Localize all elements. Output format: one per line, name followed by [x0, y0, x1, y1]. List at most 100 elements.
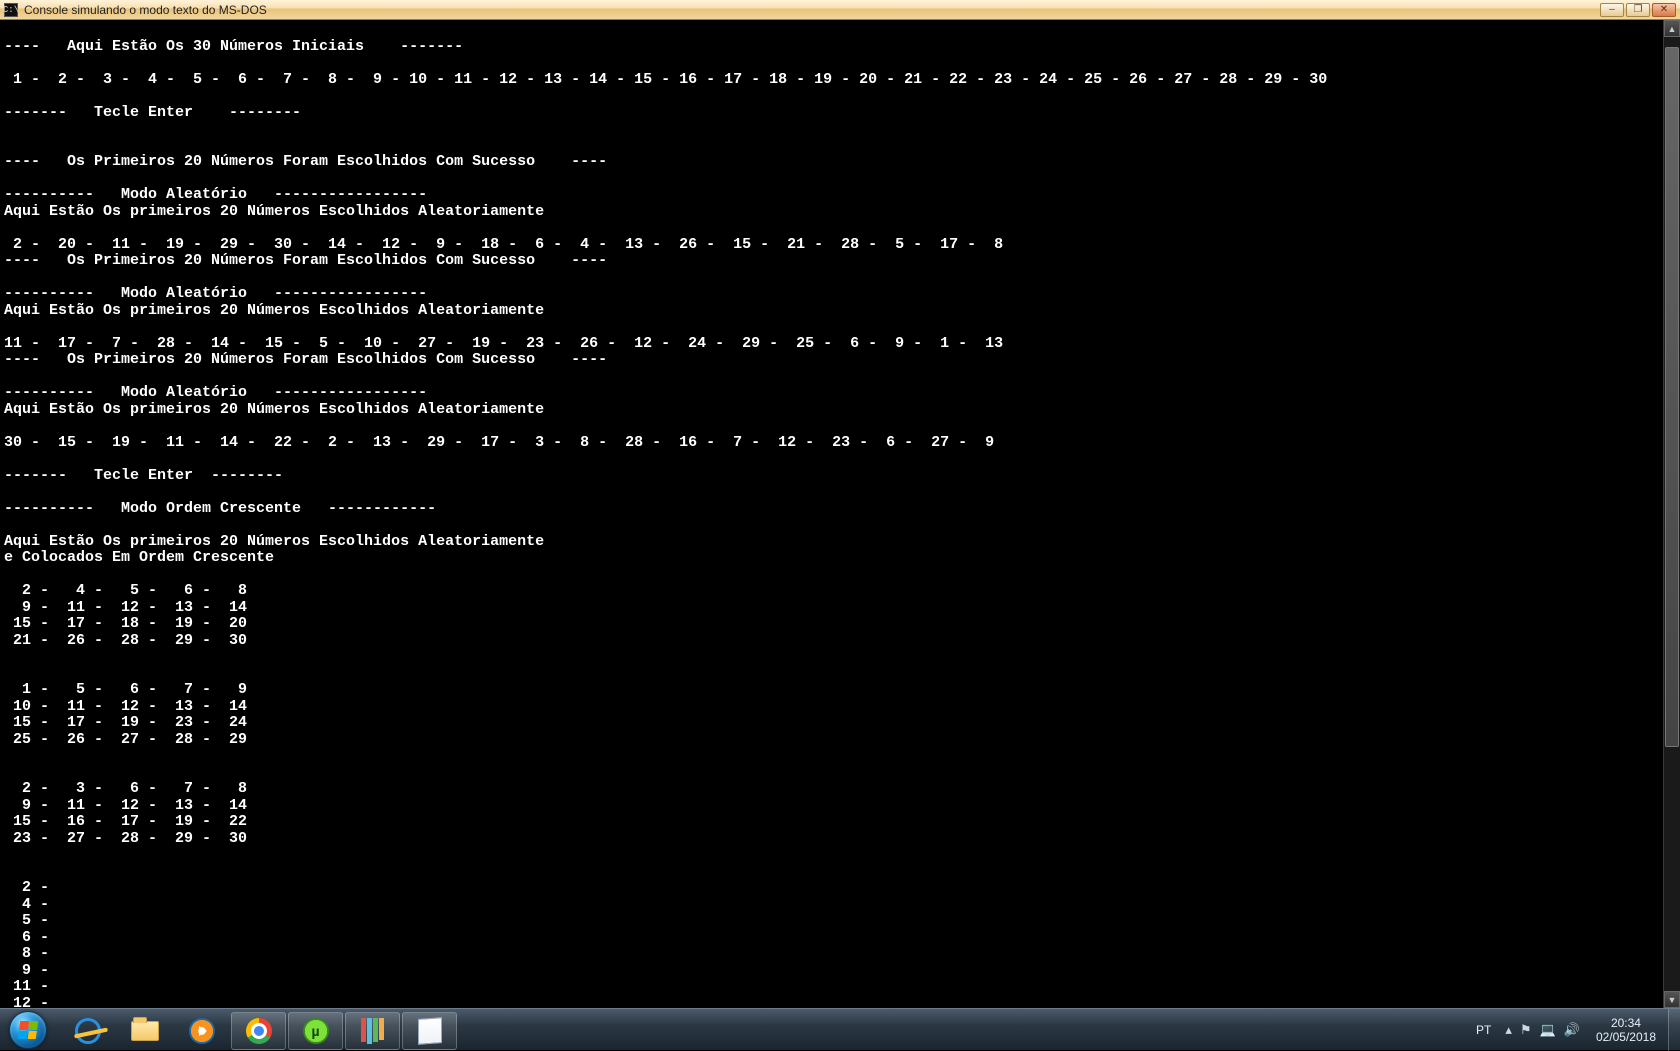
google-chrome-icon — [244, 1016, 274, 1046]
console-line — [4, 22, 1676, 39]
console-line: 1 - 5 - 6 - 7 - 9 — [4, 682, 1676, 699]
console-line: 10 - 11 - 12 - 13 - 14 — [4, 699, 1676, 716]
console-line — [4, 484, 1676, 501]
taskbar-pinned-area: µ — [56, 1009, 457, 1050]
console-line: 6 - — [4, 930, 1676, 947]
network-icon[interactable]: 💻 — [1540, 1022, 1556, 1038]
console-line: ---- Os Primeiros 20 Números Foram Escol… — [4, 154, 1676, 171]
console-line: 11 - 17 - 7 - 28 - 14 - 15 - 5 - 10 - 27… — [4, 336, 1676, 353]
console-line — [4, 121, 1676, 138]
console-line — [4, 649, 1676, 666]
console-line — [4, 418, 1676, 435]
language-indicator[interactable]: PT — [1472, 1023, 1495, 1037]
console-line: ------- Tecle Enter -------- — [4, 468, 1676, 485]
console-line — [4, 748, 1676, 765]
scroll-down-button[interactable]: ▼ — [1664, 991, 1680, 1008]
console-line: 11 - — [4, 979, 1676, 996]
windows-media-player-icon — [187, 1016, 217, 1046]
console-line: 9 - 11 - 12 - 13 - 14 — [4, 798, 1676, 815]
volume-icon[interactable]: 🔊 — [1564, 1022, 1580, 1038]
console-line: 23 - 27 - 28 - 29 - 30 — [4, 831, 1676, 848]
console-line: 2 - — [4, 880, 1676, 897]
file-explorer-icon — [130, 1016, 160, 1046]
console-line: 21 - 26 - 28 - 29 - 30 — [4, 633, 1676, 650]
console-line — [4, 369, 1676, 386]
console-line: ------- Tecle Enter -------- — [4, 105, 1676, 122]
scrollbar-thumb[interactable] — [1665, 47, 1679, 747]
minimize-button[interactable]: – — [1600, 3, 1624, 17]
console-line — [4, 138, 1676, 155]
console-line: 5 - — [4, 913, 1676, 930]
window-title: Console simulando o modo texto do MS-DOS — [24, 3, 267, 17]
console-line: 30 - 15 - 19 - 11 - 14 - 22 - 2 - 13 - 2… — [4, 435, 1676, 452]
app-icon: C:\ — [4, 3, 18, 17]
console-line: 9 - — [4, 963, 1676, 980]
taskbar-item-utorrent[interactable]: µ — [288, 1012, 343, 1050]
console-line: 15 - 17 - 18 - 19 - 20 — [4, 616, 1676, 633]
clock-date: 02/05/2018 — [1596, 1030, 1656, 1044]
console-line — [4, 847, 1676, 864]
console-line: ---------- Modo Ordem Crescente --------… — [4, 501, 1676, 518]
taskbar-item-library-app[interactable] — [345, 1012, 400, 1050]
chevron-up-icon[interactable]: ▴ — [1505, 1022, 1512, 1038]
console-output: ---- Aqui Estão Os 30 Números Iniciais -… — [0, 20, 1680, 1008]
console-line: 25 - 26 - 27 - 28 - 29 — [4, 732, 1676, 749]
clock-time: 20:34 — [1596, 1016, 1656, 1030]
console-line: 2 - 3 - 6 - 7 - 8 — [4, 781, 1676, 798]
console-line: ---------- Modo Aleatório --------------… — [4, 286, 1676, 303]
windows-logo-icon — [18, 1021, 39, 1039]
taskbar-item-google-chrome[interactable] — [231, 1012, 286, 1050]
console-line — [4, 55, 1676, 72]
console-line — [4, 864, 1676, 881]
console-line — [4, 765, 1676, 782]
console-line: ---------- Modo Aleatório --------------… — [4, 385, 1676, 402]
scroll-up-button[interactable]: ▲ — [1664, 20, 1680, 37]
console-line — [4, 88, 1676, 105]
console-line — [4, 666, 1676, 683]
console-line: Aqui Estão Os primeiros 20 Números Escol… — [4, 204, 1676, 221]
console-line: ---- Aqui Estão Os 30 Números Iniciais -… — [4, 39, 1676, 56]
notepad-icon — [415, 1016, 445, 1046]
console-line: Aqui Estão Os primeiros 20 Números Escol… — [4, 402, 1676, 419]
console-line: 8 - — [4, 946, 1676, 963]
console-line: 1 - 2 - 3 - 4 - 5 - 6 - 7 - 8 - 9 - 10 -… — [4, 72, 1676, 89]
vertical-scrollbar[interactable]: ▲ ▼ — [1663, 20, 1680, 1008]
console-line — [4, 220, 1676, 237]
console-line: ---------- Modo Aleatório --------------… — [4, 187, 1676, 204]
console-line — [4, 451, 1676, 468]
clock[interactable]: 20:34 02/05/2018 — [1590, 1016, 1662, 1044]
taskbar-item-file-explorer[interactable] — [117, 1012, 172, 1050]
console-line — [4, 171, 1676, 188]
taskbar-item-internet-explorer[interactable] — [60, 1012, 115, 1050]
console-line: Aqui Estão Os primeiros 20 Números Escol… — [4, 534, 1676, 551]
console-line: 15 - 16 - 17 - 19 - 22 — [4, 814, 1676, 831]
console-line: Aqui Estão Os primeiros 20 Números Escol… — [4, 303, 1676, 320]
show-desktop-button[interactable] — [1668, 1009, 1680, 1051]
start-button[interactable] — [0, 1009, 56, 1050]
console-line: 4 - — [4, 897, 1676, 914]
library-app-icon — [358, 1016, 388, 1046]
system-tray: PT ▴ ⚑ 💻 🔊 20:34 02/05/2018 — [1466, 1009, 1668, 1050]
console-line — [4, 517, 1676, 534]
taskbar: µ PT ▴ ⚑ 💻 🔊 20:34 02/05/2018 — [0, 1008, 1680, 1050]
close-button[interactable]: ✕ — [1652, 3, 1676, 17]
console-line: 9 - 11 - 12 - 13 - 14 — [4, 600, 1676, 617]
console-line — [4, 567, 1676, 584]
console-line: ---- Os Primeiros 20 Números Foram Escol… — [4, 253, 1676, 270]
internet-explorer-icon — [73, 1016, 103, 1046]
console-line: 15 - 17 - 19 - 23 - 24 — [4, 715, 1676, 732]
utorrent-icon: µ — [301, 1016, 331, 1046]
console-line: 2 - 4 - 5 - 6 - 8 — [4, 583, 1676, 600]
console-line — [4, 319, 1676, 336]
console-line: ---- Os Primeiros 20 Números Foram Escol… — [4, 352, 1676, 369]
console-line: 2 - 20 - 11 - 19 - 29 - 30 - 14 - 12 - 9… — [4, 237, 1676, 254]
taskbar-item-notepad[interactable] — [402, 1012, 457, 1050]
console-line: e Colocados Em Ordem Crescente — [4, 550, 1676, 567]
console-line — [4, 270, 1676, 287]
scrollbar-track[interactable] — [1664, 37, 1680, 991]
console-line: 12 - — [4, 996, 1676, 1009]
flag-icon[interactable]: ⚑ — [1520, 1022, 1532, 1038]
maximize-button[interactable]: ❐ — [1626, 3, 1650, 17]
taskbar-item-windows-media-player[interactable] — [174, 1012, 229, 1050]
window-titlebar: C:\ Console simulando o modo texto do MS… — [0, 0, 1680, 20]
